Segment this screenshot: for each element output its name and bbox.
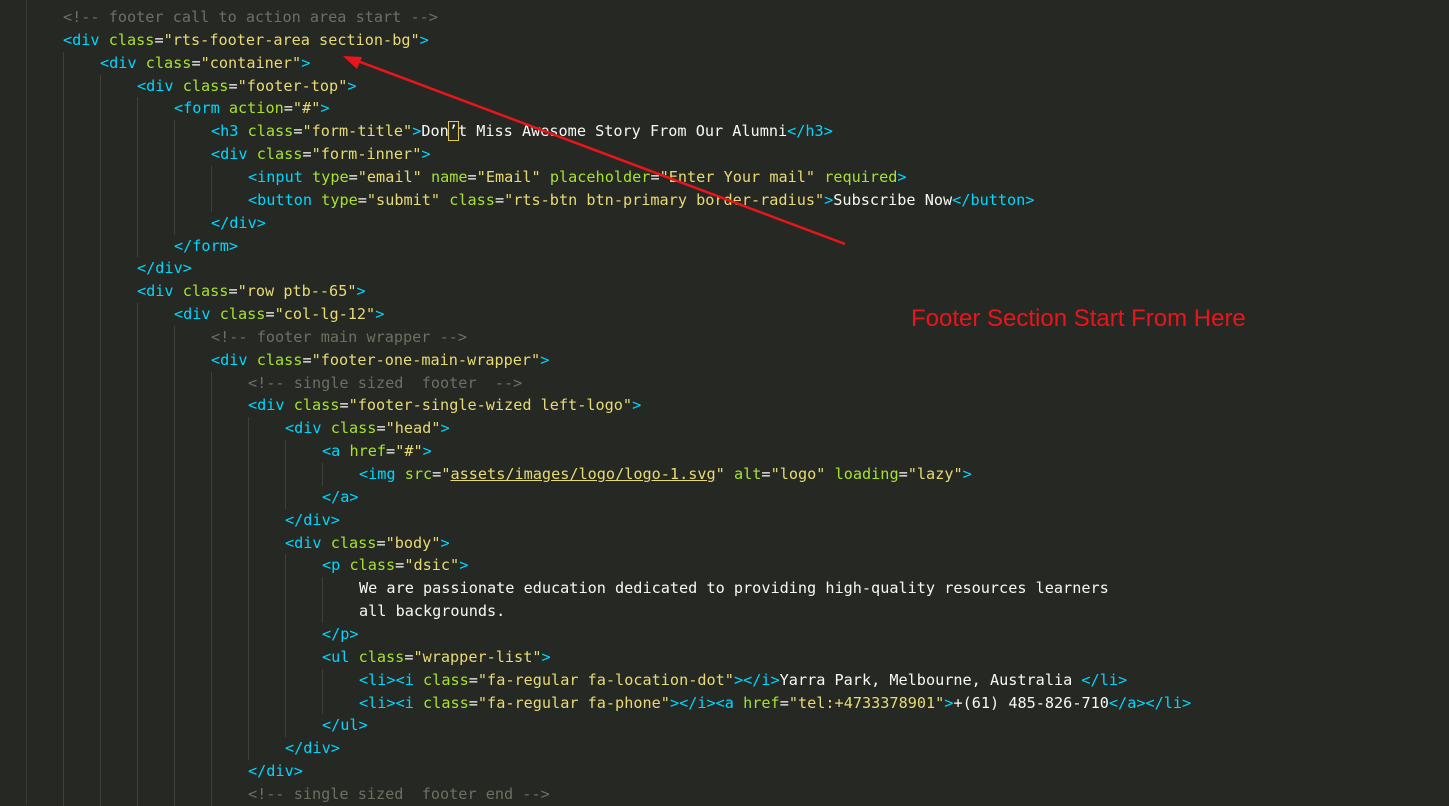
code-editor[interactable]: <!-- footer call to action area start --… [0,0,1449,806]
annotation-arrow [343,56,846,246]
annotation-arrow-head [343,56,362,69]
annotation-arrow-shaft [354,58,846,246]
annotation-label: Footer Section Start From Here [911,305,1246,332]
